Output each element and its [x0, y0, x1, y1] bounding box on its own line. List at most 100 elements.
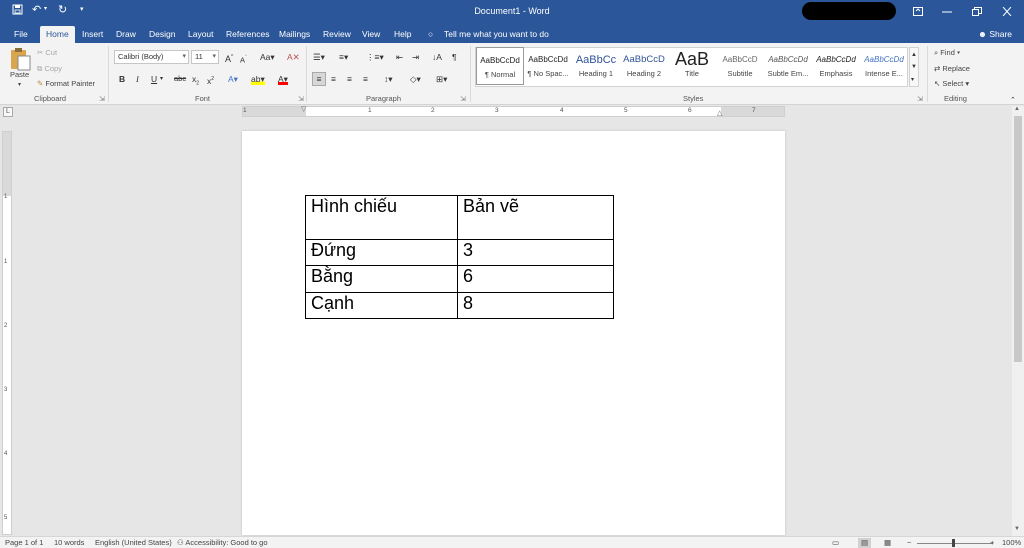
- tab-view[interactable]: View: [356, 26, 386, 43]
- language-indicator[interactable]: English (United States): [95, 538, 172, 548]
- share-button[interactable]: ☻ Share: [978, 26, 1012, 43]
- minimize-icon[interactable]: [932, 0, 962, 23]
- format-painter-button[interactable]: ✎ Format Painter: [37, 79, 95, 88]
- tab-file[interactable]: File: [8, 26, 34, 43]
- scroll-thumb[interactable]: [1014, 116, 1022, 362]
- zoom-in-icon[interactable]: +: [990, 538, 994, 548]
- multilevel-list-icon[interactable]: ⋮≡▾: [366, 51, 384, 63]
- cut-button[interactable]: ✂ Cut: [37, 48, 57, 57]
- sort-icon[interactable]: ↓A: [432, 51, 442, 63]
- shading-icon[interactable]: ◇▾: [410, 73, 421, 85]
- justify-icon[interactable]: ≡: [363, 73, 368, 85]
- italic-icon[interactable]: I: [136, 73, 139, 85]
- table-cell[interactable]: Đứng: [305, 239, 458, 266]
- gallery-more-icon[interactable]: ▾: [911, 74, 914, 86]
- tab-mailings[interactable]: Mailings: [273, 26, 316, 43]
- zoom-slider[interactable]: [917, 543, 993, 544]
- zoom-level[interactable]: 100%: [1002, 538, 1021, 548]
- tell-me-search[interactable]: ○ Tell me what you want to do: [428, 26, 549, 43]
- text-effects-icon[interactable]: A▾: [228, 73, 238, 85]
- restore-icon[interactable]: [962, 0, 992, 23]
- account-name-redacted[interactable]: [802, 2, 896, 20]
- paste-dropdown-icon[interactable]: ▾: [18, 81, 21, 88]
- print-layout-icon[interactable]: ▤: [858, 538, 872, 548]
- superscript-icon[interactable]: x2: [207, 73, 214, 87]
- underline-dropdown-icon[interactable]: ▾: [160, 73, 163, 85]
- tab-references[interactable]: References: [220, 26, 275, 43]
- bullets-icon[interactable]: ☰▾: [313, 51, 325, 63]
- paragraph-launcher-icon[interactable]: ⇲: [460, 95, 466, 103]
- paste-button[interactable]: Paste: [10, 70, 29, 79]
- gallery-up-icon[interactable]: ▲: [911, 49, 917, 61]
- style-subtitle[interactable]: AaBbCcD Subtitle: [716, 47, 764, 85]
- focus-mode-icon[interactable]: ▭: [832, 538, 839, 548]
- strikethrough-icon[interactable]: abc: [174, 73, 186, 85]
- style-no-spacing[interactable]: AaBbCcDd ¶ No Spac...: [524, 47, 572, 85]
- decrease-indent-icon[interactable]: ⇤: [396, 51, 403, 63]
- replace-button[interactable]: ⇄ Replace: [934, 64, 970, 73]
- style-emphasis[interactable]: AaBbCcDd Emphasis: [812, 47, 860, 85]
- web-layout-icon[interactable]: ▦: [884, 538, 891, 548]
- font-color-icon[interactable]: A▾: [278, 73, 288, 85]
- style-intense-emphasis[interactable]: AaBbCcDd Intense E...: [860, 47, 908, 85]
- tab-help[interactable]: Help: [388, 26, 417, 43]
- bold-icon[interactable]: B: [119, 73, 125, 85]
- tab-draw[interactable]: Draw: [110, 26, 142, 43]
- table-cell[interactable]: 8: [457, 292, 614, 319]
- clipboard-launcher-icon[interactable]: ⇲: [99, 95, 105, 103]
- document-page[interactable]: Hình chiếu Bản vẽ Đứng 3 Bằng 6 Cạnh 8: [242, 131, 785, 535]
- tab-selector-icon[interactable]: L: [3, 107, 13, 117]
- numbering-icon[interactable]: ≡▾: [339, 51, 348, 63]
- change-case-icon[interactable]: Aa▾: [260, 51, 275, 63]
- zoom-out-icon[interactable]: −: [907, 538, 911, 548]
- line-spacing-icon[interactable]: ↕▾: [384, 73, 393, 85]
- style-title[interactable]: AaB Title: [668, 47, 716, 85]
- table-cell[interactable]: Hình chiếu: [305, 195, 458, 240]
- style-heading-2[interactable]: AaBbCcD Heading 2: [620, 47, 668, 85]
- word-count[interactable]: 10 words: [54, 538, 84, 548]
- subscript-icon[interactable]: x2: [192, 73, 199, 90]
- tab-home[interactable]: Home: [40, 26, 75, 43]
- font-launcher-icon[interactable]: ⇲: [298, 95, 304, 103]
- gallery-down-icon[interactable]: ▼: [911, 61, 917, 73]
- grow-font-icon[interactable]: A^: [225, 51, 233, 65]
- font-size-select[interactable]: 11: [191, 50, 219, 64]
- align-center-icon[interactable]: ≡: [331, 73, 336, 85]
- close-icon[interactable]: [992, 0, 1022, 23]
- copy-button[interactable]: ⧉ Copy: [37, 64, 62, 74]
- underline-icon[interactable]: U: [151, 73, 157, 85]
- style-normal[interactable]: AaBbCcDd ¶ Normal: [476, 47, 524, 85]
- align-right-icon[interactable]: ≡: [347, 73, 352, 85]
- vertical-ruler[interactable]: 1 1 2 3 4 5: [2, 131, 12, 535]
- table-cell[interactable]: Bằng: [305, 265, 458, 293]
- tab-layout[interactable]: Layout: [182, 26, 220, 43]
- table-cell[interactable]: 3: [457, 239, 614, 266]
- right-indent-marker[interactable]: △: [717, 109, 722, 117]
- first-line-indent-marker[interactable]: ▽: [301, 105, 306, 113]
- vertical-scrollbar[interactable]: ▲ ▼: [1012, 106, 1024, 536]
- align-left-icon[interactable]: ≡: [312, 72, 326, 86]
- ribbon-display-icon[interactable]: [903, 0, 933, 23]
- table-cell[interactable]: Cạnh: [305, 292, 458, 319]
- page-count[interactable]: Page 1 of 1: [5, 538, 43, 548]
- scroll-down-icon[interactable]: ▼: [1014, 526, 1020, 532]
- style-heading-1[interactable]: AaBbCc Heading 1: [572, 47, 620, 85]
- clear-formatting-icon[interactable]: A✕: [287, 51, 300, 63]
- style-subtle-emphasis[interactable]: AaBbCcDd Subtle Em...: [764, 47, 812, 85]
- tab-insert[interactable]: Insert: [76, 26, 109, 43]
- table-cell[interactable]: Bản vẽ: [457, 195, 614, 240]
- styles-launcher-icon[interactable]: ⇲: [917, 95, 923, 103]
- scroll-up-icon[interactable]: ▲: [1014, 106, 1020, 112]
- borders-icon[interactable]: ⊞▾: [436, 73, 447, 85]
- font-name-select[interactable]: Calibri (Body): [114, 50, 189, 64]
- tab-review[interactable]: Review: [317, 26, 357, 43]
- highlight-icon[interactable]: ab▾: [251, 73, 265, 85]
- accessibility-status[interactable]: ⚇ Accessibility: Good to go: [177, 538, 268, 548]
- tab-design[interactable]: Design: [143, 26, 181, 43]
- table-cell[interactable]: 6: [457, 265, 614, 293]
- horizontal-ruler[interactable]: ▽ △ 1 1 2 3 4 5 6 7: [242, 106, 785, 117]
- document-table[interactable]: Hình chiếu Bản vẽ Đứng 3 Bằng 6 Cạnh 8: [305, 195, 614, 319]
- increase-indent-icon[interactable]: ⇥: [412, 51, 419, 63]
- zoom-slider-thumb[interactable]: [952, 539, 955, 547]
- shrink-font-icon[interactable]: Aˇ: [240, 52, 247, 67]
